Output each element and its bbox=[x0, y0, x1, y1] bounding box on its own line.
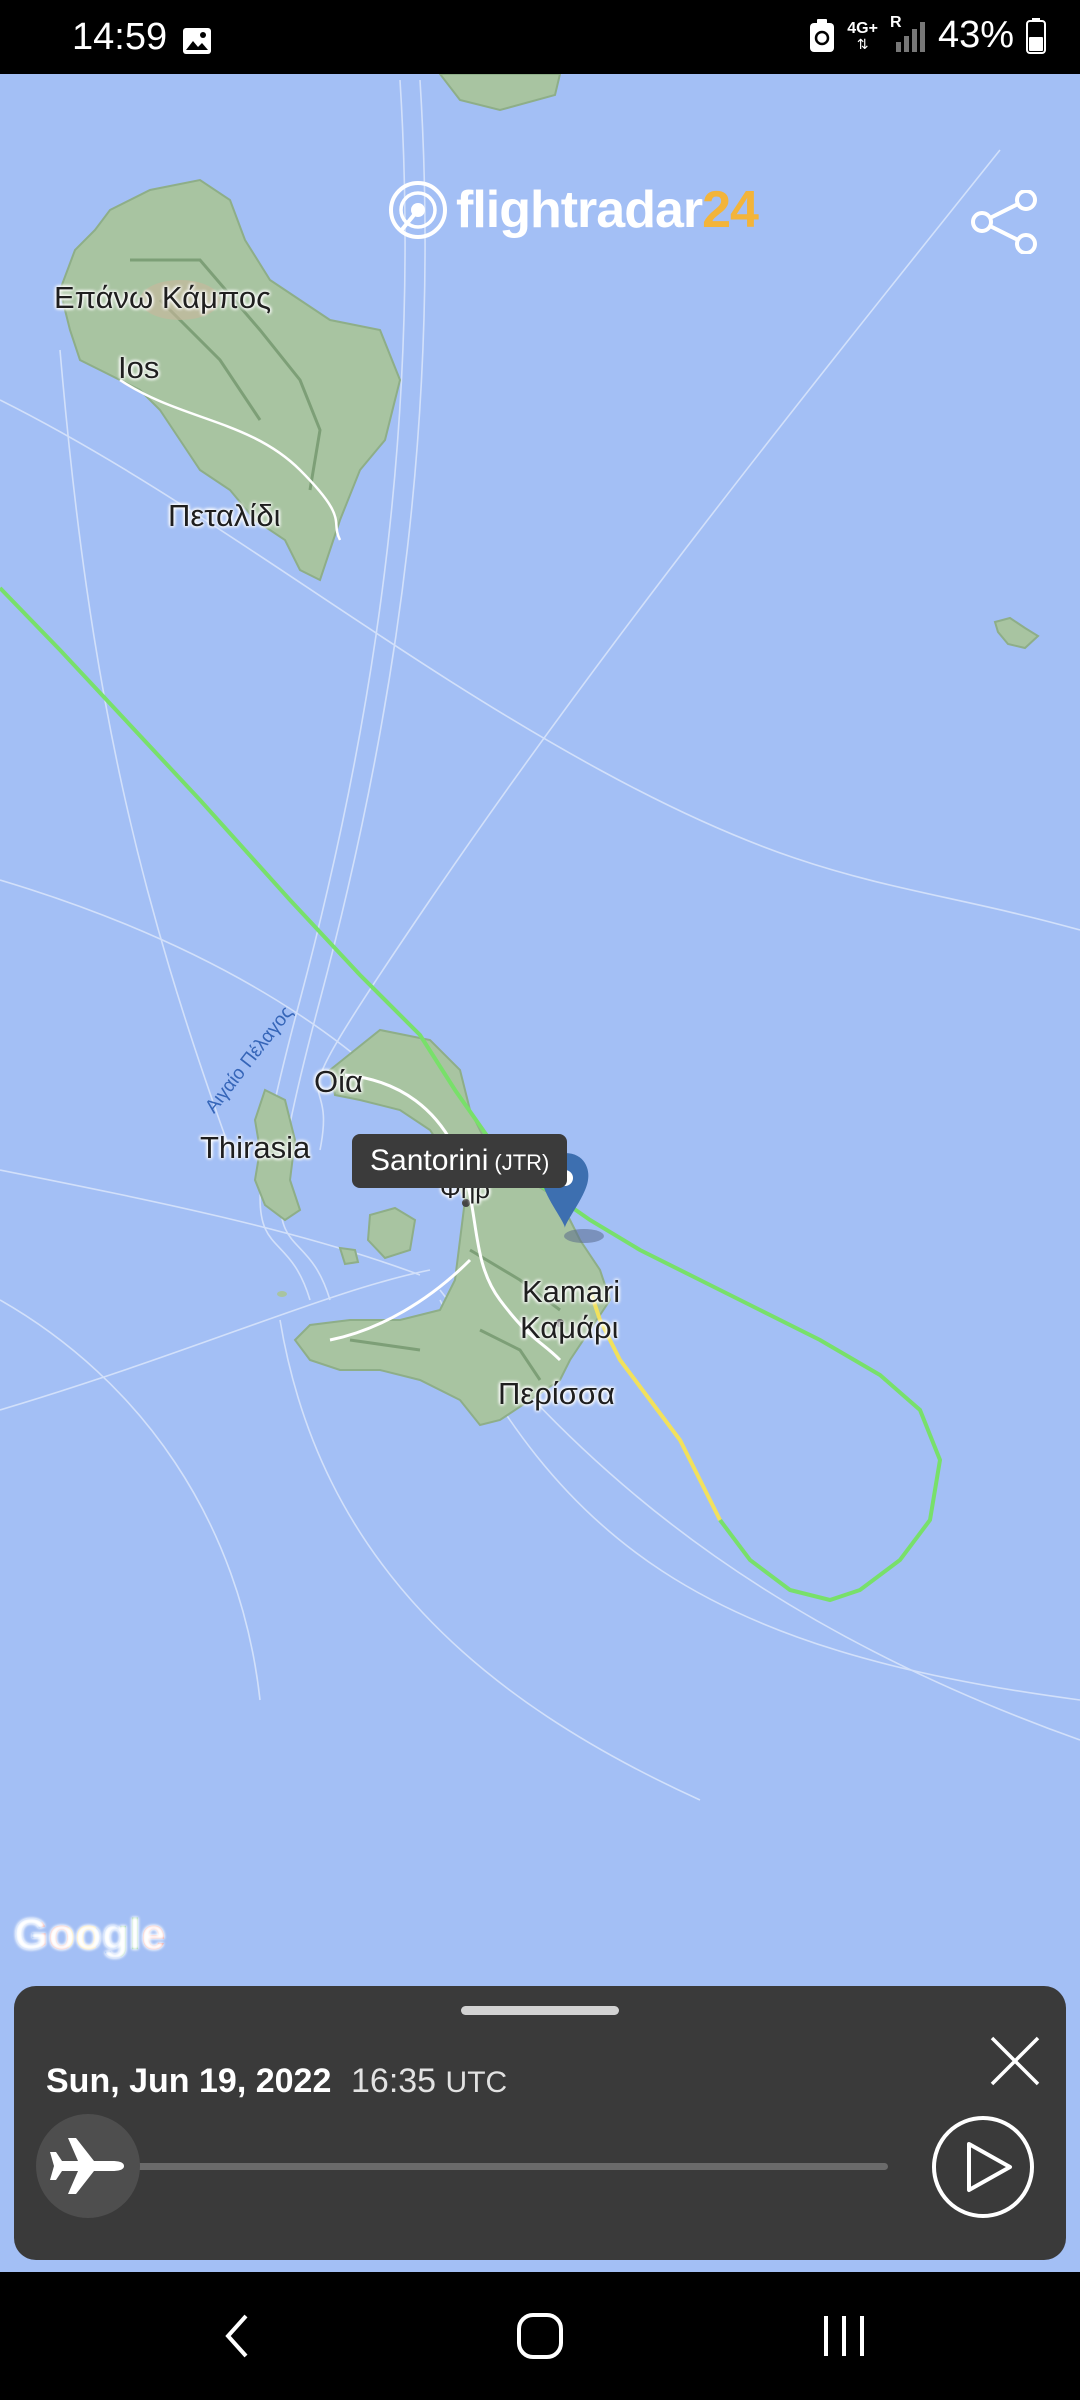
flightradar24-logo: flightradar24 bbox=[388, 180, 759, 240]
label-pano-kampos: Επάνω Κάμπος bbox=[54, 280, 272, 315]
playback-panel: Sun, Jun 19, 2022 16:35 UTC bbox=[14, 1986, 1066, 2260]
google-attribution: Google bbox=[14, 1910, 166, 1960]
palea-kameni-islet bbox=[338, 1246, 360, 1266]
airport-name: Santorini bbox=[370, 1144, 489, 1177]
system-nav-bar bbox=[0, 2272, 1080, 2400]
playback-time: 16:35 bbox=[351, 2062, 437, 2100]
data-arrows-icon: ⇅ bbox=[856, 35, 869, 52]
north-island-fragment bbox=[438, 74, 562, 112]
playback-time-group: 16:35 UTC bbox=[351, 2062, 507, 2101]
close-icon[interactable] bbox=[988, 2034, 1042, 2088]
google-logo-text: Google bbox=[14, 1910, 166, 1959]
signal-icon bbox=[895, 21, 925, 52]
image-icon bbox=[183, 28, 211, 54]
airplane-icon bbox=[50, 2138, 124, 2194]
airport-tooltip[interactable]: Santorini (JTR) bbox=[352, 1134, 568, 1188]
play-icon[interactable] bbox=[930, 2114, 1036, 2220]
panel-drag-handle[interactable] bbox=[461, 2006, 619, 2015]
battery-percent: 43% bbox=[937, 14, 1014, 56]
airport-code: (JTR) bbox=[494, 1150, 550, 1175]
back-icon[interactable] bbox=[222, 2312, 252, 2360]
label-petalidi: Πεταλίδι bbox=[168, 498, 281, 533]
recents-icon[interactable] bbox=[822, 2312, 866, 2360]
status-time: 14:59 bbox=[72, 16, 168, 58]
nea-kameni-islet bbox=[366, 1206, 417, 1260]
label-oia: Οία bbox=[314, 1064, 363, 1099]
label-kamari-greek: Καμάρι bbox=[520, 1310, 619, 1345]
map-view[interactable]: flightradar24 Επάνω Κάμπος Ios Πεταλίδι … bbox=[0, 74, 1080, 2274]
network-type: 4G+ bbox=[847, 19, 878, 37]
airport-pin-shadow bbox=[564, 1229, 604, 1243]
status-icons: 4G+ ⇅ R 43% bbox=[809, 14, 1046, 57]
signal-indicator: R bbox=[890, 14, 926, 54]
radar-icon bbox=[389, 181, 447, 239]
logo-text: flightradar24 bbox=[456, 181, 759, 239]
home-icon[interactable] bbox=[516, 2312, 564, 2360]
playback-date: Sun, Jun 19, 2022 bbox=[46, 2062, 332, 2100]
playback-timezone: UTC bbox=[445, 2066, 508, 2099]
aspronisi-islet bbox=[277, 1291, 287, 1297]
battery-icon bbox=[1026, 17, 1046, 54]
playback-slider-track[interactable] bbox=[64, 2163, 888, 2170]
label-thirasia: Thirasia bbox=[200, 1130, 311, 1165]
label-ios: Ios bbox=[118, 350, 160, 385]
label-kamari-latin: Kamari bbox=[522, 1274, 621, 1309]
share-icon[interactable] bbox=[970, 190, 1038, 254]
status-bar: 14:59 4G+ ⇅ R 43% bbox=[0, 0, 1080, 74]
flight-track-green bbox=[0, 586, 943, 1603]
recycle-icon bbox=[810, 18, 835, 52]
network-indicator: 4G+ ⇅ bbox=[847, 19, 878, 52]
east-islet bbox=[993, 616, 1040, 650]
playback-slider-thumb[interactable] bbox=[36, 2114, 140, 2218]
label-perissa: Περίσσα bbox=[498, 1376, 615, 1411]
